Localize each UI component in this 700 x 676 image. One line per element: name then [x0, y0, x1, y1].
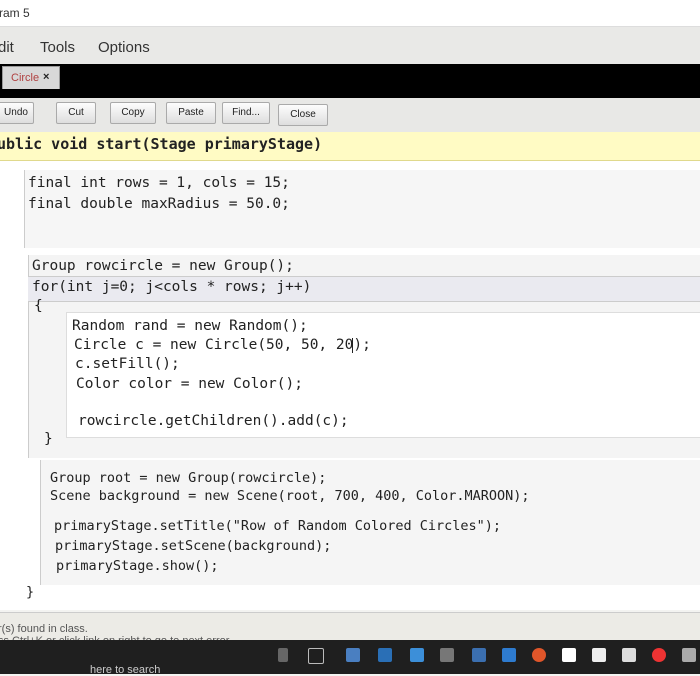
mail-icon[interactable]	[592, 648, 606, 662]
taskbar: here to search	[0, 640, 700, 676]
app-icon-4[interactable]	[472, 648, 486, 662]
code-line-15: primaryStage.setScene(background);	[55, 538, 332, 554]
code-line-2: final double maxRadius = 50.0;	[28, 196, 290, 212]
app-icon-2[interactable]	[410, 648, 424, 662]
browser-icon[interactable]	[532, 648, 546, 662]
menu-edit[interactable]: dit	[0, 39, 14, 56]
code-line-5: {	[34, 298, 43, 314]
app-icon-1[interactable]	[346, 648, 360, 662]
toolbar: Undo Cut Copy Paste Find... Close	[0, 98, 700, 132]
code-line-4: for(int j=0; j<cols * rows; j++)	[32, 279, 312, 295]
code-line-14: primaryStage.setTitle("Row of Random Col…	[54, 518, 502, 534]
code-line-10: rowcircle.getChildren().add(c);	[78, 413, 349, 429]
close-button[interactable]: Close	[278, 104, 328, 126]
close-icon[interactable]: ×	[43, 71, 49, 83]
code-line-12: Group root = new Group(rowcircle);	[50, 470, 327, 486]
code-line-17: }	[26, 584, 35, 600]
tab-circle[interactable]: Circle ×	[2, 66, 60, 89]
undo-button[interactable]: Undo	[0, 102, 34, 124]
app-icon-6[interactable]	[562, 648, 576, 662]
code-line-9: Color color = new Color();	[76, 376, 303, 392]
tab-label: Circle	[11, 72, 40, 84]
error-count-text: r(s) found in class.	[0, 623, 88, 635]
app-icon-9[interactable]	[682, 648, 696, 662]
app-icon-5[interactable]	[502, 648, 516, 662]
app-icon-7[interactable]	[622, 648, 636, 662]
code-line-7: Circle c = new Circle(50, 50, 20);	[74, 337, 371, 353]
cut-button[interactable]: Cut	[56, 102, 96, 124]
text-caret	[352, 338, 353, 353]
method-signature-bar: ublic void start(Stage primaryStage)	[0, 132, 700, 161]
find-button[interactable]: Find...	[222, 102, 270, 124]
menu-tools[interactable]: Tools	[40, 39, 75, 56]
store-icon[interactable]	[378, 648, 392, 662]
microphone-icon[interactable]	[278, 648, 288, 662]
code-line-6: Random rand = new Random();	[72, 318, 308, 334]
code-line-1: final int rows = 1, cols = 15;	[28, 175, 290, 191]
copy-button[interactable]: Copy	[110, 102, 156, 124]
menu-bar: dit Tools Options	[0, 26, 700, 65]
taskbar-search-hint[interactable]: here to search	[90, 664, 160, 676]
tab-bar: Circle ×	[0, 64, 700, 98]
window-title-bar: ram 5	[0, 0, 700, 26]
code-line-3: Group rowcircle = new Group();	[32, 258, 294, 274]
code-line-11: }	[44, 431, 53, 447]
app-icon-8[interactable]	[652, 648, 666, 662]
window-title: ram 5	[0, 6, 30, 20]
code-line-16: primaryStage.show();	[56, 558, 219, 574]
task-view-icon[interactable]	[308, 648, 324, 664]
app-icon-3[interactable]	[440, 648, 454, 662]
code-line-8: c.setFill();	[75, 356, 180, 372]
paste-button[interactable]: Paste	[166, 102, 216, 124]
code-line-13: Scene background = new Scene(root, 700, …	[50, 488, 530, 504]
menu-options[interactable]: Options	[98, 39, 150, 56]
code-line-signature: ublic void start(Stage primaryStage)	[0, 135, 323, 153]
